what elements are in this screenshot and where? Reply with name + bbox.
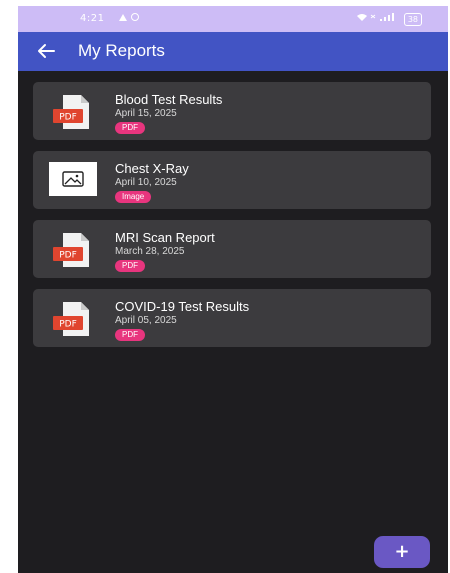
pdf-file-icon: PDF (53, 233, 89, 267)
file-type-badge: PDF (115, 329, 145, 341)
notification-icon (119, 13, 139, 21)
report-name: COVID-19 Test Results (115, 299, 250, 314)
status-right: 38 (356, 12, 422, 26)
report-card[interactable]: PDF MRI Scan Report March 28, 2025 PDF (33, 220, 431, 278)
arrow-left-icon (38, 44, 55, 58)
file-type-badge: Image (115, 191, 152, 203)
report-name: Chest X-Ray (115, 161, 189, 176)
status-time: 4:21 (80, 13, 105, 24)
svg-text:PDF: PDF (59, 251, 77, 261)
signal-icon (356, 13, 394, 21)
report-list: PDF Blood Test Results April 15, 2025 PD… (33, 82, 431, 358)
report-date: April 15, 2025 (115, 108, 177, 119)
page-title: My Reports (78, 41, 165, 60)
report-card[interactable]: PDF Blood Test Results April 15, 2025 PD… (33, 82, 431, 140)
plus-icon: + (394, 541, 410, 562)
status-bar: 4:21 38 (18, 6, 448, 32)
app-bar: My Reports (18, 32, 448, 71)
add-report-button[interactable]: + (374, 536, 430, 568)
file-type-badge: PDF (115, 122, 145, 134)
image-thumbnail (49, 162, 97, 196)
report-date: March 28, 2025 (115, 246, 185, 257)
svg-text:PDF: PDF (59, 320, 77, 330)
report-card[interactable]: PDF COVID-19 Test Results April 05, 2025… (33, 289, 431, 347)
phone-screen: 4:21 38 My Reports PDF Blood Test Result… (18, 6, 448, 573)
pdf-file-icon: PDF (53, 95, 89, 129)
report-date: April 10, 2025 (115, 177, 177, 188)
svg-text:PDF: PDF (59, 113, 77, 123)
report-name: MRI Scan Report (115, 230, 215, 245)
image-icon (62, 171, 84, 187)
report-card[interactable]: Chest X-Ray April 10, 2025 Image (33, 151, 431, 209)
file-type-badge: PDF (115, 260, 145, 272)
notification-icons (118, 12, 142, 25)
pdf-file-icon: PDF (53, 302, 89, 336)
back-button[interactable] (34, 39, 58, 63)
report-date: April 05, 2025 (115, 315, 177, 326)
report-name: Blood Test Results (115, 92, 223, 107)
battery-indicator: 38 (403, 13, 422, 26)
